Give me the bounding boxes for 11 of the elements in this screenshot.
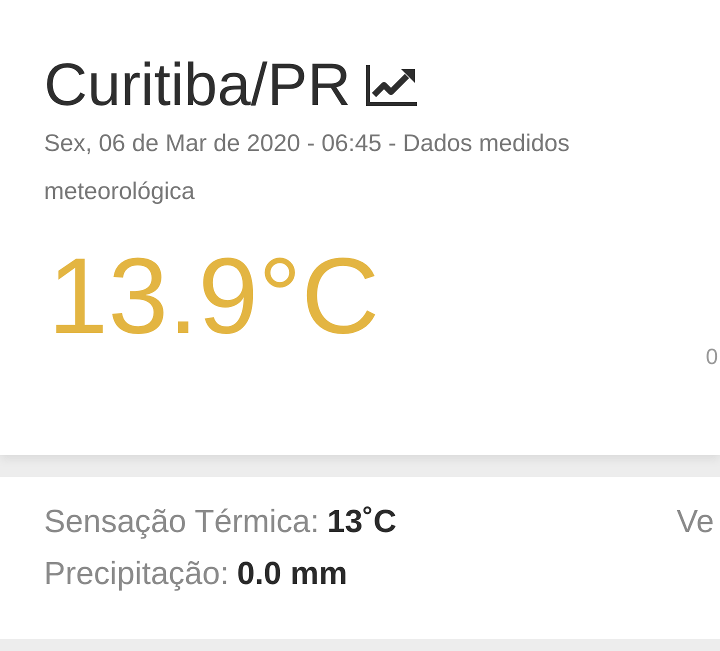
detail-label: Ve [676,503,715,540]
city-title: Curitiba/PR [44,50,351,120]
measurement-info: Sex, 06 de Mar de 2020 - 06:45 - Dados medidos [44,129,571,159]
temperature: 13.9°C [48,236,380,356]
detail-value: 0.0 mm [236,555,348,592]
detail-value: 13˚C [327,503,396,540]
trending-chart-icon[interactable] [364,63,419,107]
measurement-info: meteorológica [44,177,196,207]
detail-label: Precipitação: [44,555,229,592]
side-reading: 0 [706,344,719,370]
detail-label: Sensação Térmica: [44,503,320,540]
